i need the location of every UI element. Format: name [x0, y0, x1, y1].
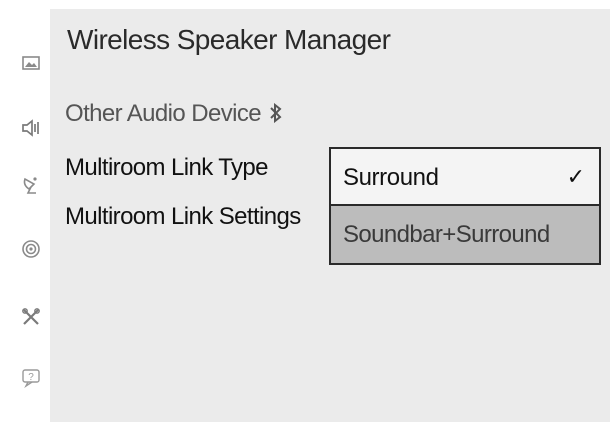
menu-item-other-audio-device[interactable]: Other Audio Device — [65, 100, 283, 128]
broadcast-icon[interactable] — [20, 174, 42, 196]
network-icon[interactable] — [20, 238, 42, 260]
page-title: Wireless Speaker Manager — [67, 24, 391, 55]
dropdown-option-surround[interactable]: Surround ✓ — [331, 149, 599, 206]
bluetooth-icon — [269, 102, 283, 124]
menu-item-label: Multiroom Link Settings — [65, 203, 301, 230]
support-icon[interactable]: ? — [20, 366, 42, 388]
tools-icon[interactable] — [20, 306, 42, 328]
option-label: Surround — [343, 164, 439, 191]
picture-icon[interactable] — [20, 52, 42, 74]
svg-text:?: ? — [28, 372, 34, 383]
check-icon: ✓ — [566, 164, 585, 189]
menu-item-multiroom-link-type[interactable]: Multiroom Link Type — [65, 154, 269, 182]
option-label: Soundbar+Surround — [343, 221, 550, 248]
menu-item-multiroom-link-settings[interactable]: Multiroom Link Settings — [65, 203, 301, 231]
menu-item-label: Other Audio Device — [65, 100, 262, 127]
menu-item-label: Multiroom Link Type — [65, 154, 269, 181]
dropdown-option-soundbar-surround[interactable]: Soundbar+Surround — [331, 206, 599, 263]
speaker-icon[interactable] — [20, 117, 42, 139]
link-type-dropdown[interactable]: Surround ✓ Soundbar+Surround — [329, 147, 601, 265]
